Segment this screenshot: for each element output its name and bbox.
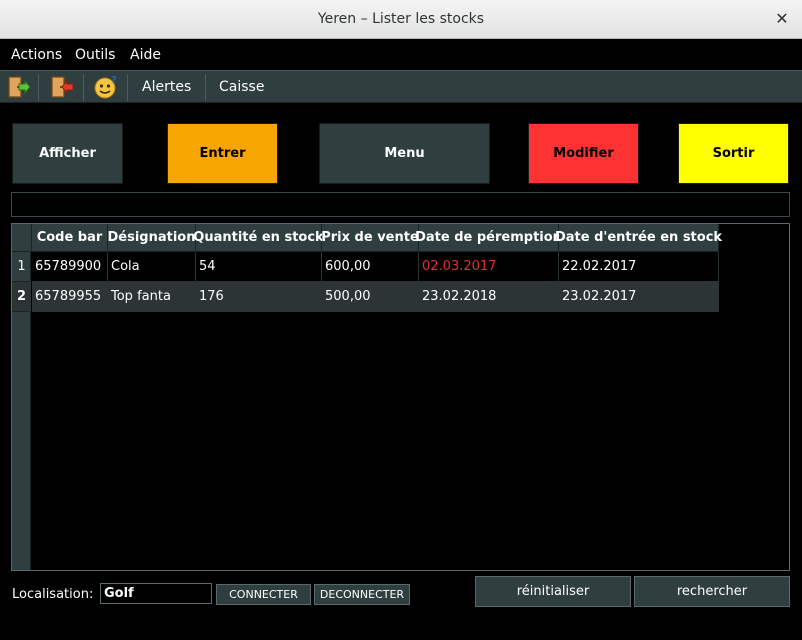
modifier-button[interactable]: Modifier xyxy=(528,123,639,184)
afficher-label: Afficher xyxy=(39,146,96,161)
toolbar-separator xyxy=(38,74,39,101)
sortir-label: Sortir xyxy=(712,146,755,161)
location-input[interactable]: Golf xyxy=(100,583,212,604)
connect-button[interactable]: CONNECTER xyxy=(216,584,311,605)
window-titlebar: Yeren – Lister les stocks ✕ xyxy=(0,0,802,39)
smiley-help-icon[interactable]: ? xyxy=(93,74,119,100)
table-cell[interactable]: Cola xyxy=(108,252,196,282)
toolbar-separator xyxy=(127,74,128,101)
table-cell[interactable]: 23.02.2017 xyxy=(559,282,719,312)
search-button[interactable]: rechercher xyxy=(634,576,790,607)
table-cell-expired-date[interactable]: 02.03.2017 xyxy=(419,252,559,282)
row-header[interactable]: 2 xyxy=(12,282,31,312)
exit-door-icon[interactable] xyxy=(6,74,32,100)
toolbar-separator xyxy=(205,74,206,101)
disconnect-button[interactable]: DECONNECTER xyxy=(314,584,410,605)
filter-input[interactable] xyxy=(11,192,790,217)
table-cell[interactable]: 54 xyxy=(196,252,322,282)
close-icon[interactable]: ✕ xyxy=(774,9,790,29)
table-cell[interactable]: 176 xyxy=(196,282,322,312)
afficher-button[interactable]: Afficher xyxy=(12,123,123,184)
menu-actions[interactable]: Actions xyxy=(11,47,62,63)
table-cell[interactable]: 500,00 xyxy=(322,282,419,312)
entrer-label: Entrer xyxy=(199,146,246,161)
reset-button[interactable]: réinitialiser xyxy=(475,576,631,607)
svg-text:?: ? xyxy=(111,75,117,86)
col-header-date-entree[interactable]: Date d'entrée en stock xyxy=(555,224,722,252)
menu-label: Menu xyxy=(384,146,425,161)
entrer-button[interactable]: Entrer xyxy=(167,123,278,184)
login-door-icon[interactable] xyxy=(49,74,75,100)
table-cell[interactable]: Top fanta xyxy=(108,282,196,312)
toolbar-alertes[interactable]: Alertes xyxy=(142,79,191,95)
col-header-code-bar[interactable]: Code bar xyxy=(32,224,108,252)
table-cell[interactable]: 65789955 xyxy=(32,282,108,312)
table-cell[interactable]: 22.02.2017 xyxy=(559,252,719,282)
col-header-designation[interactable]: Désignation xyxy=(108,224,196,252)
table-cell[interactable]: 600,00 xyxy=(322,252,419,282)
stock-table: Code bar Désignation Quantité en stock P… xyxy=(11,223,790,571)
toolbar: ? Alertes Caisse xyxy=(0,70,802,103)
modifier-label: Modifier xyxy=(553,146,614,161)
col-header-peremption[interactable]: Date de péremption xyxy=(415,224,562,252)
col-header-quantite[interactable]: Quantité en stock xyxy=(193,224,324,252)
menu-aide[interactable]: Aide xyxy=(130,47,161,63)
row-header[interactable]: 1 xyxy=(12,252,31,282)
sortir-button[interactable]: Sortir xyxy=(678,123,789,184)
toolbar-separator xyxy=(83,74,84,101)
col-header-prix[interactable]: Prix de vente xyxy=(321,224,419,252)
menu-button[interactable]: Menu xyxy=(319,123,490,184)
table-corner[interactable] xyxy=(12,224,32,252)
window-title: Yeren – Lister les stocks xyxy=(317,11,485,27)
table-cell[interactable]: 23.02.2018 xyxy=(419,282,559,312)
menubar: Actions Outils Aide xyxy=(0,39,802,70)
location-label: Localisation: xyxy=(12,587,94,602)
toolbar-caisse[interactable]: Caisse xyxy=(219,79,264,95)
table-cell[interactable]: 65789900 xyxy=(32,252,108,282)
menu-outils[interactable]: Outils xyxy=(75,47,115,63)
